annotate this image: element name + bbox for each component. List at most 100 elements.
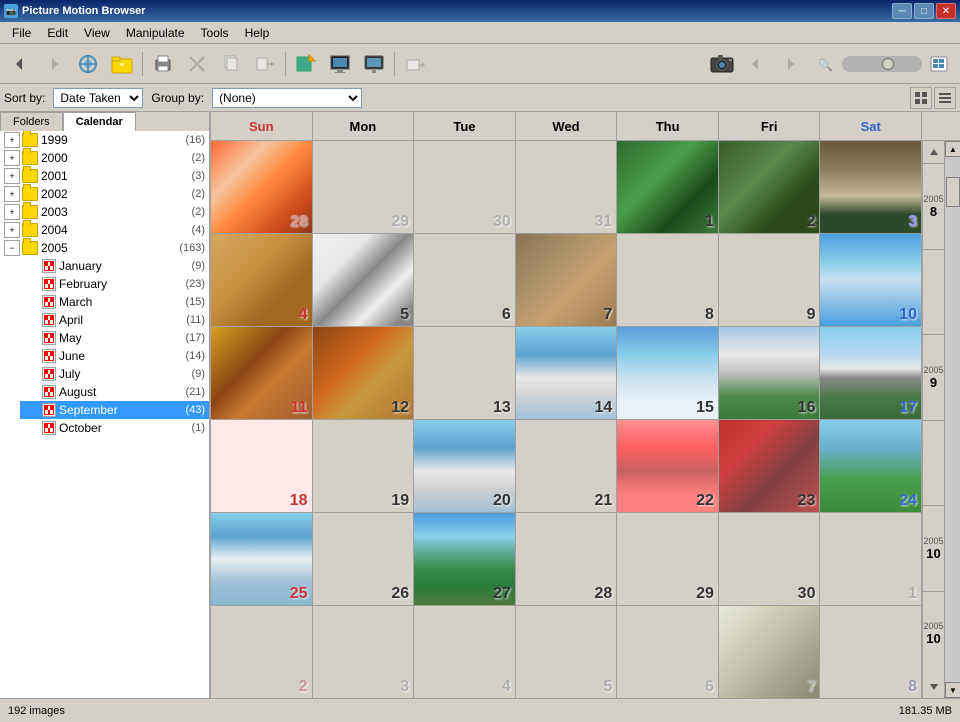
folder-row-august[interactable]: August (21): [20, 383, 209, 401]
folder-row-march[interactable]: March (15): [20, 293, 209, 311]
browse-button[interactable]: [72, 48, 104, 80]
folder-row-2005[interactable]: − 2005 (163): [0, 239, 209, 257]
cal-day-30aug[interactable]: 30: [414, 141, 516, 233]
group-select[interactable]: (None): [212, 88, 362, 108]
cal-day-8oct[interactable]: 8: [820, 606, 922, 698]
export-button[interactable]: [399, 48, 431, 80]
delete-button[interactable]: [181, 48, 213, 80]
cal-day-27sep[interactable]: 27: [414, 513, 516, 605]
edit-button[interactable]: [290, 48, 322, 80]
expand-2002[interactable]: +: [4, 186, 20, 202]
zoom-in-button[interactable]: [924, 48, 956, 80]
cal-day-28sep[interactable]: 28: [516, 513, 618, 605]
folder-row-january[interactable]: January (9): [20, 257, 209, 275]
cal-day-13sep[interactable]: 13: [414, 327, 516, 419]
cal-day-18sep[interactable]: 18: [210, 420, 313, 512]
expand-2000[interactable]: +: [4, 150, 20, 166]
scroll-track[interactable]: [945, 157, 960, 682]
back-button[interactable]: [4, 48, 36, 80]
cal-day-1oct[interactable]: 1: [820, 513, 922, 605]
expand-2005[interactable]: −: [4, 240, 20, 256]
cal-day-3oct[interactable]: 3: [313, 606, 415, 698]
zoom-thumb[interactable]: [882, 58, 894, 70]
cal-day-8sep[interactable]: 8: [617, 234, 719, 326]
slideshow-button[interactable]: [324, 48, 356, 80]
week-nav-down[interactable]: [923, 676, 944, 698]
folder-row-october[interactable]: October (1): [20, 419, 209, 437]
maximize-button[interactable]: □: [914, 3, 934, 19]
cal-day-6oct[interactable]: 6: [617, 606, 719, 698]
folder-row-2003[interactable]: + 2003 (2): [0, 203, 209, 221]
folder-button[interactable]: [106, 48, 138, 80]
cal-day-5sep[interactable]: 5: [313, 234, 415, 326]
minimize-button[interactable]: ─: [892, 3, 912, 19]
menu-edit[interactable]: Edit: [39, 24, 76, 42]
print-button[interactable]: [147, 48, 179, 80]
right-arrow-button[interactable]: [774, 48, 806, 80]
expand-2004[interactable]: +: [4, 222, 20, 238]
scroll-up-button[interactable]: ▲: [945, 141, 960, 157]
cal-day-5oct[interactable]: 5: [516, 606, 618, 698]
left-arrow-button[interactable]: [740, 48, 772, 80]
tab-calendar[interactable]: Calendar: [63, 112, 136, 131]
camera-button[interactable]: [706, 48, 738, 80]
folder-row-1999[interactable]: + 1999 (16): [0, 131, 209, 149]
cal-day-20sep[interactable]: 20: [414, 420, 516, 512]
cal-day-16sep[interactable]: 16: [719, 327, 821, 419]
folder-row-april[interactable]: April (11): [20, 311, 209, 329]
grid-view-button[interactable]: [910, 87, 932, 109]
folder-row-may[interactable]: May (17): [20, 329, 209, 347]
folder-row-february[interactable]: February (23): [20, 275, 209, 293]
menu-tools[interactable]: Tools: [193, 24, 237, 42]
cal-day-7oct[interactable]: 7: [719, 606, 821, 698]
week-entry-1[interactable]: 2005 8: [923, 163, 944, 249]
cal-day-26sep[interactable]: 26: [313, 513, 415, 605]
cal-day-22sep[interactable]: 22: [617, 420, 719, 512]
list-view-button[interactable]: [934, 87, 956, 109]
sort-select[interactable]: Date Taken: [53, 88, 143, 108]
cal-day-10sep[interactable]: 10: [820, 234, 922, 326]
cal-day-17sep[interactable]: 17: [820, 327, 922, 419]
close-button[interactable]: ✕: [936, 3, 956, 19]
forward-button[interactable]: [38, 48, 70, 80]
folder-row-june[interactable]: June (14): [20, 347, 209, 365]
menu-help[interactable]: Help: [237, 24, 278, 42]
scroll-down-button[interactable]: ▼: [945, 682, 960, 698]
week-entry-2[interactable]: [923, 249, 944, 335]
folder-row-2001[interactable]: + 2001 (3): [0, 167, 209, 185]
cal-day-2oct[interactable]: 2: [210, 606, 313, 698]
scroll-thumb[interactable]: [946, 177, 960, 207]
zoom-slider[interactable]: [842, 56, 922, 72]
cal-day-24sep[interactable]: 24: [820, 420, 922, 512]
tab-folders[interactable]: Folders: [0, 112, 63, 131]
cal-day-12sep[interactable]: 12: [313, 327, 415, 419]
cal-day-9sep[interactable]: 9: [719, 234, 821, 326]
tv-button[interactable]: [358, 48, 390, 80]
cal-day-11sep[interactable]: 11: [210, 327, 313, 419]
cal-day-31aug[interactable]: 31: [516, 141, 618, 233]
folder-row-july[interactable]: July (9): [20, 365, 209, 383]
zoom-out-button[interactable]: 🔍: [808, 48, 840, 80]
week-entry-5[interactable]: 2005 10: [923, 505, 944, 591]
cal-day-4sep[interactable]: 4: [210, 234, 313, 326]
cal-day-28aug[interactable]: 28: [210, 141, 313, 233]
week-entry-3[interactable]: 2005 9: [923, 334, 944, 420]
cal-day-1sep[interactable]: 1: [617, 141, 719, 233]
cal-day-7sep[interactable]: 7: [516, 234, 618, 326]
cal-day-19sep[interactable]: 19: [313, 420, 415, 512]
week-entry-4[interactable]: [923, 420, 944, 506]
menu-view[interactable]: View: [76, 24, 118, 42]
cal-day-14sep[interactable]: 14: [516, 327, 618, 419]
cal-day-29sep[interactable]: 29: [617, 513, 719, 605]
cal-day-4oct[interactable]: 4: [414, 606, 516, 698]
cal-day-2sep[interactable]: 2: [719, 141, 821, 233]
folder-row-2000[interactable]: + 2000 (2): [0, 149, 209, 167]
folder-row-september[interactable]: September (43): [20, 401, 209, 419]
cal-day-25sep[interactable]: 25: [210, 513, 313, 605]
folder-row-2004[interactable]: + 2004 (4): [0, 221, 209, 239]
expand-2003[interactable]: +: [4, 204, 20, 220]
cal-day-3sep[interactable]: 3: [820, 141, 922, 233]
expand-2001[interactable]: +: [4, 168, 20, 184]
menu-file[interactable]: File: [4, 24, 39, 42]
cal-day-23sep[interactable]: 23: [719, 420, 821, 512]
